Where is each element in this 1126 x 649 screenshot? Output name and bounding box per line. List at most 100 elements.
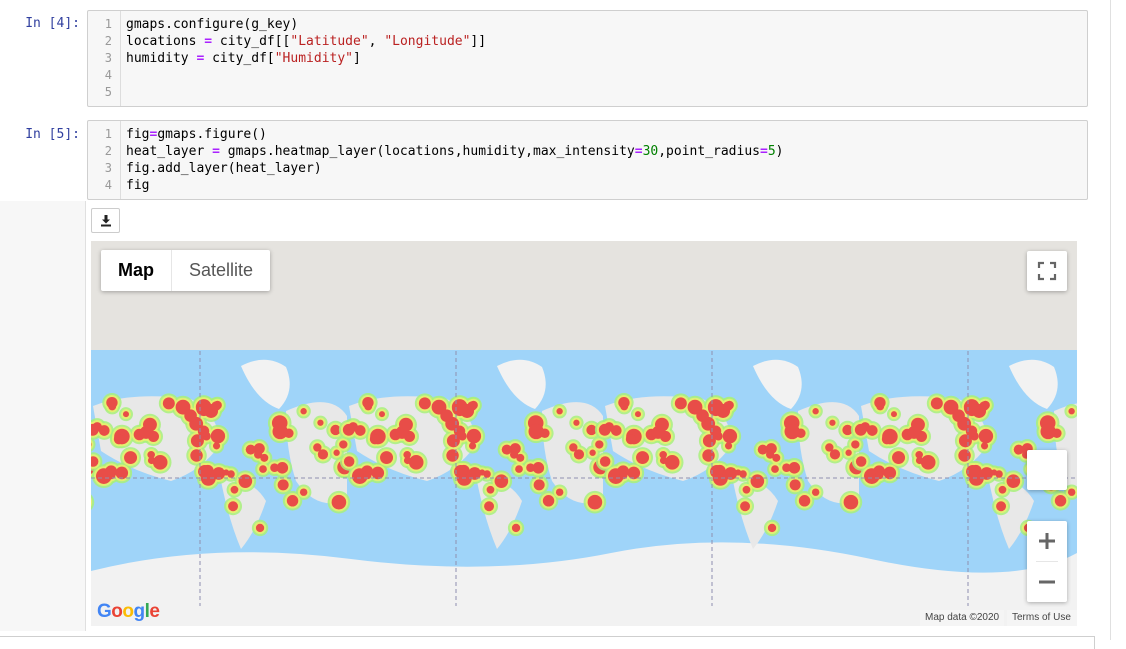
fullscreen-icon xyxy=(1037,261,1057,281)
code-text: humidity = city_df["Humidity"] xyxy=(126,50,361,67)
heat-point xyxy=(108,402,117,411)
heat-point xyxy=(542,495,555,507)
heat-point xyxy=(724,442,733,450)
pegman-control[interactable] xyxy=(1027,450,1067,490)
heat-point xyxy=(467,401,477,411)
zoom-in-button[interactable] xyxy=(1027,521,1067,561)
code-token: = xyxy=(212,144,220,159)
heat-point xyxy=(723,401,733,411)
heat-point xyxy=(702,434,716,448)
heat-point xyxy=(636,451,650,465)
heat-point xyxy=(484,501,495,512)
code-cell-input[interactable]: 1 fig=gmaps.figure() 2 heat_layer = gmaps.h… xyxy=(87,120,1088,200)
heat-point xyxy=(516,453,525,462)
line-number: 1 xyxy=(104,127,112,141)
map-type-satellite-button[interactable]: Satellite xyxy=(171,250,270,291)
heat-point xyxy=(331,494,347,510)
heat-point xyxy=(595,440,604,449)
heat-point xyxy=(1054,495,1067,507)
logo-letter: o xyxy=(111,601,123,622)
code-token: city_df[[ xyxy=(212,34,291,49)
code-text: fig xyxy=(126,177,149,194)
heat-point xyxy=(317,419,324,426)
code-token: = xyxy=(634,144,643,159)
heat-point xyxy=(952,409,965,422)
heat-point xyxy=(228,501,239,512)
heat-point xyxy=(1067,488,1076,496)
line-number: 3 xyxy=(104,51,112,65)
heat-point xyxy=(883,466,897,480)
heat-point xyxy=(408,455,424,470)
heat-point xyxy=(210,428,226,444)
map-type-control: Map Satellite xyxy=(101,250,271,291)
code-token: fig xyxy=(126,127,150,142)
google-logo[interactable]: Google xyxy=(97,601,160,623)
code-text: heat_layer = gmaps.heatmap_layer(locatio… xyxy=(126,143,783,160)
heat-point xyxy=(980,442,989,450)
heat-point xyxy=(255,523,265,533)
fullscreen-button[interactable] xyxy=(1027,251,1067,291)
heat-point xyxy=(998,485,1007,494)
download-button[interactable] xyxy=(91,208,120,233)
heat-point xyxy=(734,469,742,476)
code-token: city_df[ xyxy=(204,51,275,66)
code-token: , xyxy=(368,34,385,49)
code-token: ] xyxy=(353,51,361,66)
heat-point xyxy=(771,465,779,473)
code-token: ]] xyxy=(470,34,487,49)
code-line: 2 heat_layer = gmaps.heatmap_layer(locati… xyxy=(88,143,1087,160)
heat-point xyxy=(343,456,355,467)
code-text: fig.add_layer(heat_layer) xyxy=(126,160,322,177)
heat-point xyxy=(272,423,288,440)
heat-point xyxy=(978,428,994,444)
heat-point xyxy=(881,434,892,445)
zoom-out-button[interactable] xyxy=(1027,562,1067,602)
heat-point xyxy=(598,423,611,436)
heat-point xyxy=(190,434,204,448)
heat-point xyxy=(845,449,852,456)
code-token: fig xyxy=(126,178,150,193)
heat-point xyxy=(573,419,580,426)
heat-point xyxy=(152,455,168,470)
heat-point xyxy=(1068,408,1075,415)
heat-point xyxy=(930,397,943,410)
code-cell-input[interactable]: 1 gmaps.configure(g_key) 2 locations = city… xyxy=(87,10,1088,107)
code-token: = xyxy=(204,34,213,49)
heat-point xyxy=(378,411,385,418)
line-number: 1 xyxy=(104,17,112,31)
heat-point xyxy=(829,419,836,426)
heat-point xyxy=(478,469,486,476)
heat-point xyxy=(798,495,811,507)
zoom-control xyxy=(1027,521,1067,602)
map-type-map-button[interactable]: Map xyxy=(101,250,171,291)
heat-point xyxy=(1006,474,1021,488)
minus-icon xyxy=(1039,580,1055,584)
heat-point xyxy=(620,402,629,411)
cell-prompt: In [5]: xyxy=(25,127,80,142)
terms-of-use-link[interactable]: Terms of Use xyxy=(1007,610,1077,626)
heat-point xyxy=(317,449,329,460)
heatmap-map-canvas[interactable] xyxy=(91,241,1077,626)
heat-point xyxy=(892,451,906,465)
line-number: 4 xyxy=(104,178,112,192)
code-token: gmaps.configure(g_key) xyxy=(126,17,299,32)
code-text: fig=gmaps.figure() xyxy=(126,126,267,143)
code-line: 1 fig=gmaps.figure() xyxy=(88,126,1087,143)
heat-point xyxy=(963,399,980,415)
heat-point xyxy=(245,444,256,455)
heat-point xyxy=(212,442,221,450)
code-text: locations = city_df[["Latitude", "Longit… xyxy=(126,33,486,50)
heat-point xyxy=(369,434,380,445)
heat-point xyxy=(958,449,971,462)
heat-point xyxy=(599,456,611,467)
heat-point xyxy=(399,417,413,432)
logo-letter: o xyxy=(122,601,134,622)
heat-point xyxy=(996,501,1007,512)
gmaps-figure[interactable]: Map Satellite Google Map data ©2020 Term… xyxy=(91,241,1077,626)
heat-point xyxy=(486,485,495,494)
line-number: 2 xyxy=(104,144,112,158)
heat-point xyxy=(990,469,998,476)
heat-point xyxy=(854,423,867,436)
code-token: humidity xyxy=(126,51,197,66)
code-token: ,point_radius xyxy=(658,144,760,159)
